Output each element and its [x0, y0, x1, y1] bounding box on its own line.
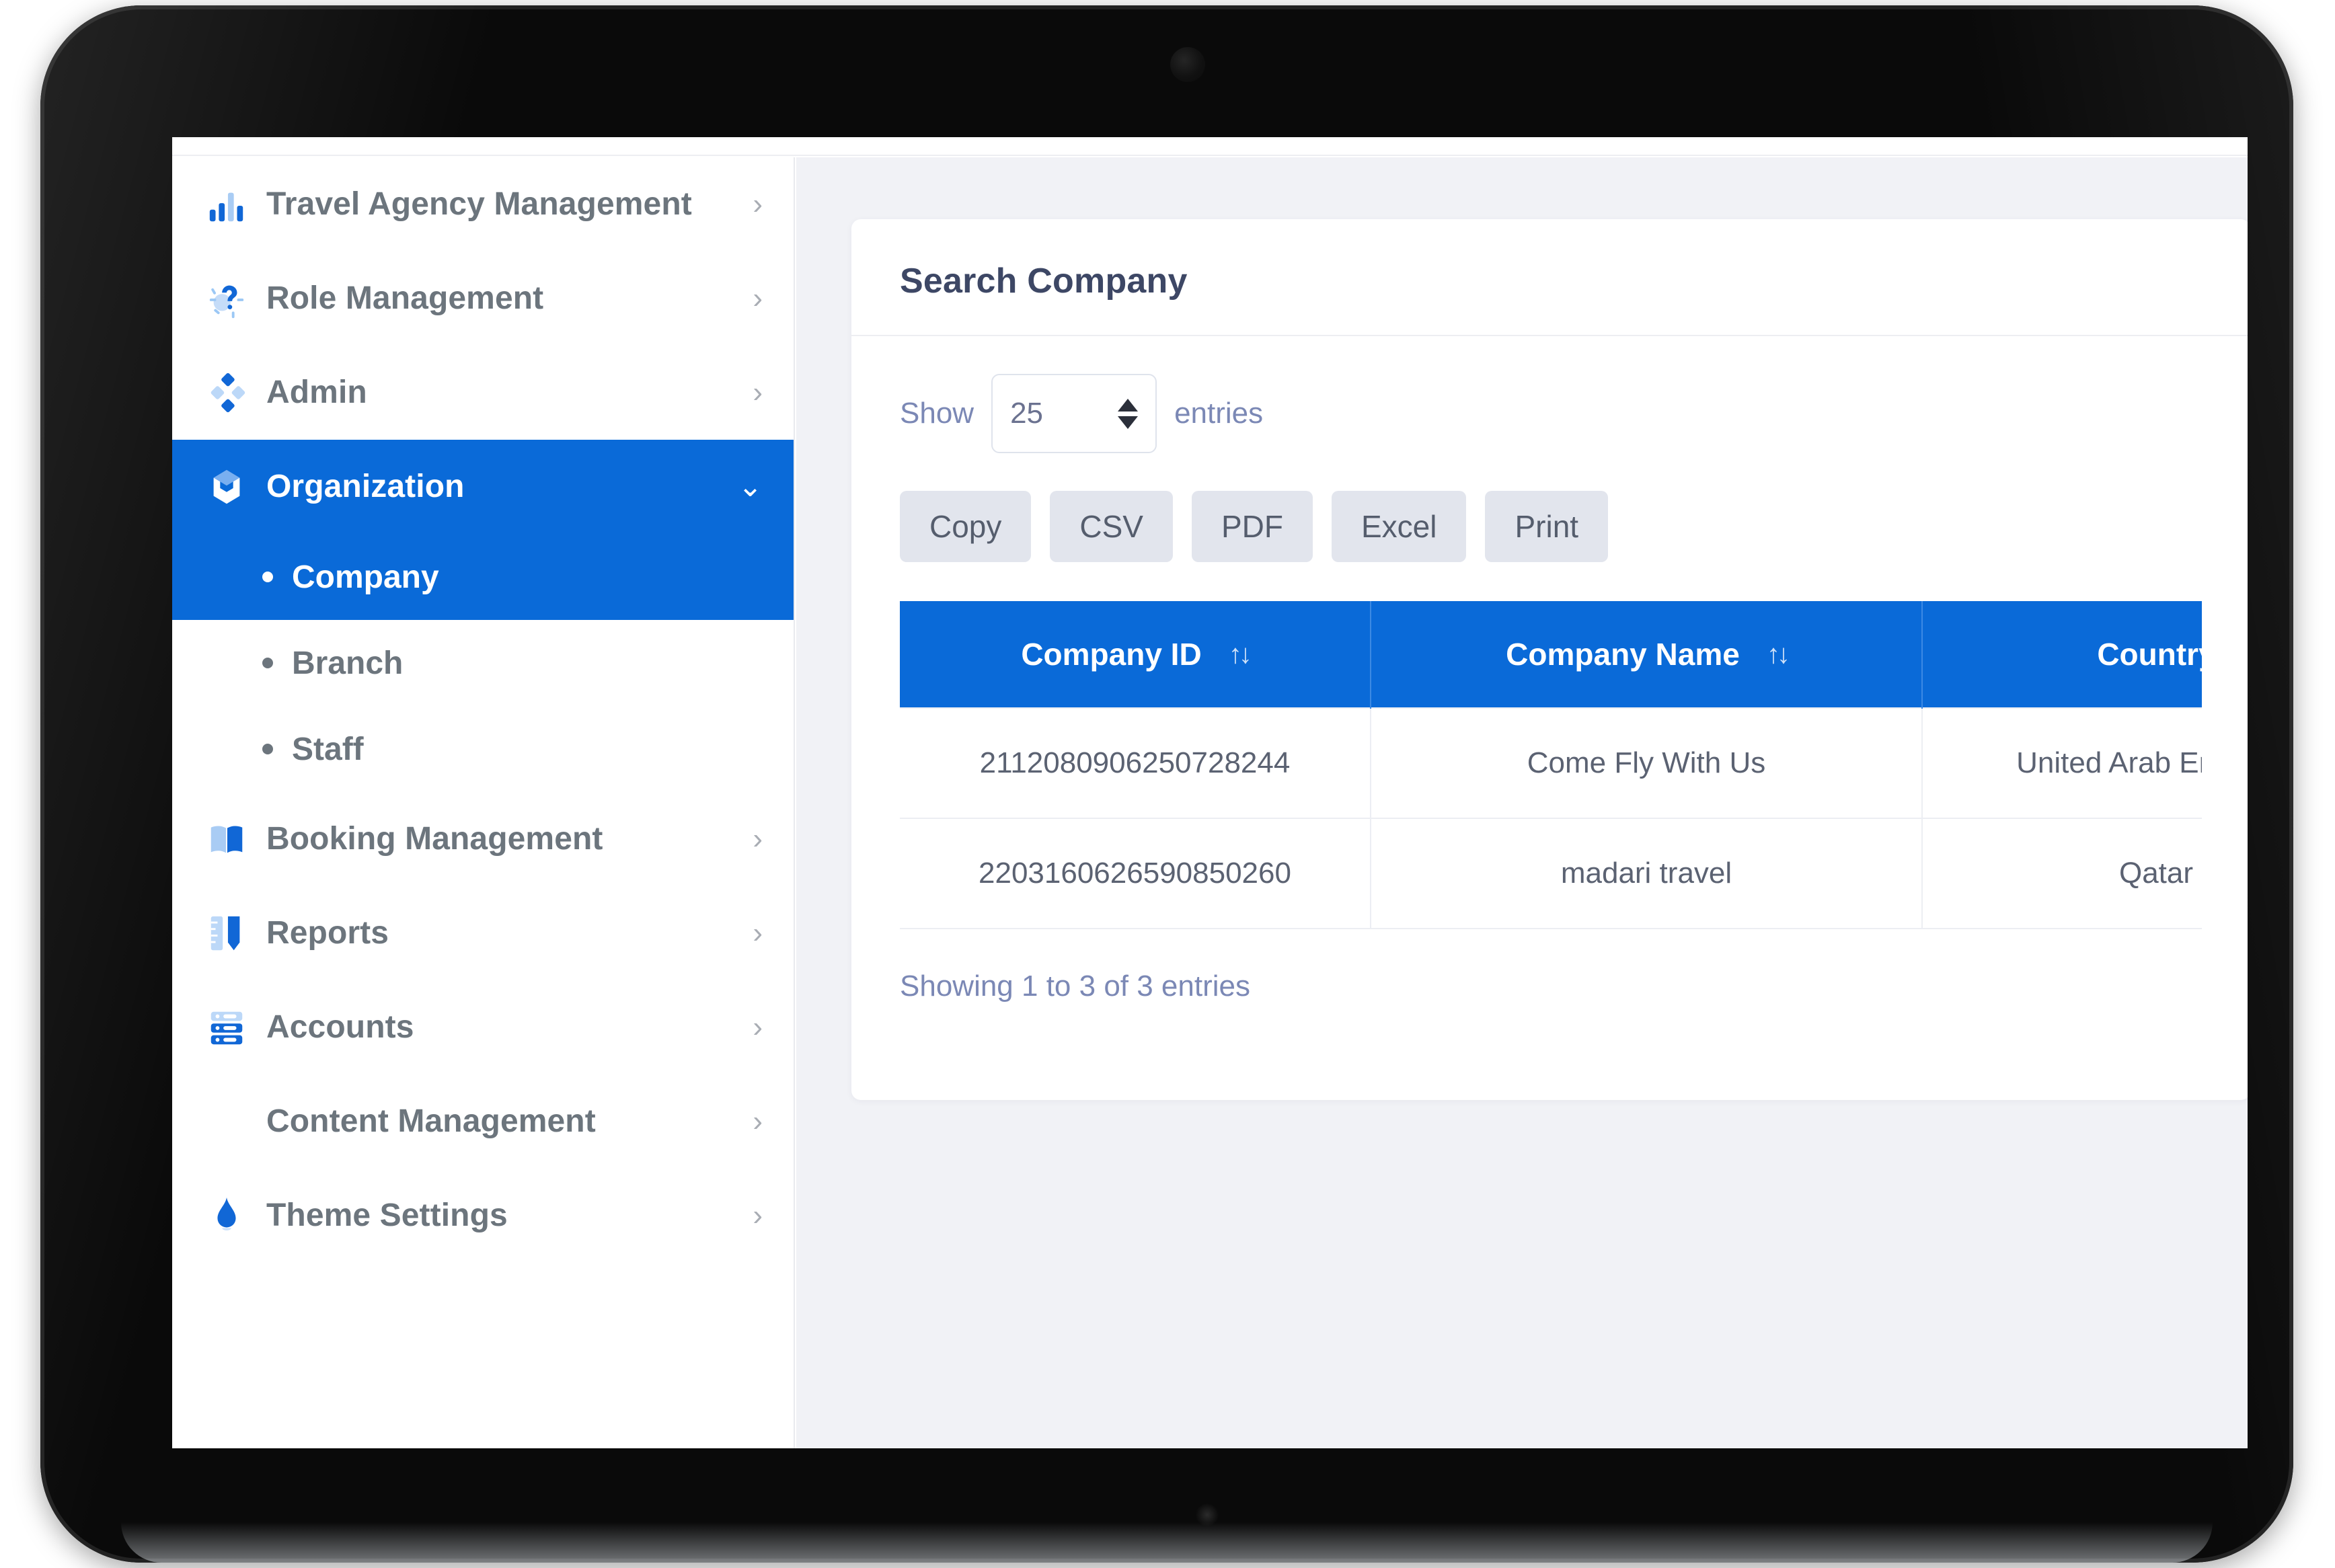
diamonds-icon [202, 368, 252, 418]
sidebar-subitem-staff[interactable]: Staff [172, 706, 794, 792]
sidebar-subitem-label: Branch [292, 645, 404, 681]
sidebar-item-booking-management[interactable]: Booking Management › [172, 792, 794, 886]
arrow-down-icon [1118, 416, 1139, 429]
stepper-arrows-icon[interactable] [1118, 398, 1139, 429]
sort-icon: ↑↓ [1228, 639, 1252, 669]
sidebar-item-travel-agency-management[interactable]: Travel Agency Management › [172, 157, 794, 251]
home-indicator-icon [1196, 1503, 1219, 1526]
water-drop-icon [202, 1191, 252, 1241]
sidebar-item-label: Role Management [266, 280, 544, 316]
chevron-right-icon: › [753, 1011, 763, 1044]
sidebar-item-label: Organization [266, 468, 465, 504]
chevron-right-icon: › [753, 188, 763, 221]
sidebar-item-label: Accounts [266, 1009, 414, 1045]
frame-bottom-sheen [121, 1522, 2213, 1563]
csv-button[interactable]: CSV [1050, 491, 1173, 562]
entries-per-page-select[interactable]: 25 [991, 374, 1157, 453]
export-button-group: Copy CSV PDF Excel Print [900, 491, 2202, 562]
tablet-screen: Travel Agency Management › Role Manageme… [172, 137, 2248, 1448]
open-book-icon [202, 814, 252, 864]
entries-label: entries [1174, 397, 1264, 430]
sidebar-subitem-label: Company [292, 559, 439, 595]
chevron-down-icon: ⌄ [738, 470, 763, 503]
tablet-device-frame: Travel Agency Management › Role Manageme… [40, 5, 2293, 1563]
column-header-label: Company Name [1506, 637, 1740, 672]
sort-icon: ↑↓ [1766, 639, 1790, 669]
column-header-company-name[interactable]: Company Name ↑↓ [1371, 601, 1923, 708]
card-body: Show 25 entries Copy CSV PDF Excel Print… [851, 336, 2248, 1046]
page-title: Search Company [900, 262, 1188, 301]
sidebar-subitem-company[interactable]: Company [172, 534, 794, 620]
cell-company-id: 2112080906250728244 [900, 707, 1371, 819]
bullet-icon [262, 744, 273, 754]
column-header-country[interactable]: Country [1922, 601, 2202, 708]
chevron-right-icon: › [753, 916, 763, 949]
user-role-icon [202, 274, 252, 323]
sidebar-item-organization[interactable]: Organization ⌄ [172, 440, 794, 534]
server-stack-icon [202, 1003, 252, 1052]
pdf-button[interactable]: PDF [1191, 491, 1313, 562]
sidebar-item-label: Theme Settings [266, 1197, 508, 1233]
print-button[interactable]: Print [1485, 491, 1609, 562]
chevron-right-icon: › [753, 1199, 763, 1232]
app-top-strip [172, 137, 2248, 156]
copy-button[interactable]: Copy [900, 491, 1032, 562]
search-company-card: Search Company Show 25 entries Copy CSV … [851, 219, 2248, 1100]
table-row[interactable]: 2203160626590850260 madari travel Qatar [900, 818, 2202, 929]
sidebar-subitem-label: Staff [292, 731, 364, 767]
cell-country: United Arab Emirates [1922, 707, 2202, 819]
entries-select-value: 25 [1010, 397, 1044, 430]
table-row[interactable]: 2112080906250728244 Come Fly With Us Uni… [900, 707, 2202, 819]
sidebar-item-role-management[interactable]: Role Management › [172, 251, 794, 346]
bar-chart-icon [202, 180, 252, 229]
excel-button[interactable]: Excel [1331, 491, 1467, 562]
column-header-company-id[interactable]: Company ID ↑↓ [900, 601, 1371, 708]
column-header-label: Company ID [1021, 637, 1202, 672]
table-body: 2112080906250728244 Come Fly With Us Uni… [900, 707, 2202, 929]
sidebar-item-label: Booking Management [266, 820, 603, 857]
company-table: Company ID ↑↓ Company Name ↑↓ Countr 211… [900, 601, 2202, 929]
cell-company-id: 2203160626590850260 [900, 818, 1371, 929]
cube-icon [202, 462, 252, 512]
table-header-row: Company ID ↑↓ Company Name ↑↓ Countr [900, 601, 2202, 708]
arrow-up-icon [1118, 398, 1139, 411]
chevron-right-icon: › [753, 376, 763, 409]
table-info-text: Showing 1 to 3 of 3 entries [900, 970, 1250, 1003]
card-header: Search Company [851, 219, 2248, 336]
main-content-area: Search Company Show 25 entries Copy CSV … [796, 157, 2248, 1448]
sidebar-item-admin[interactable]: Admin › [172, 346, 794, 440]
sidebar-subitem-branch[interactable]: Branch [172, 620, 794, 706]
sidebar-item-accounts[interactable]: Accounts › [172, 980, 794, 1074]
front-camera-icon [1170, 47, 1205, 82]
sidebar-item-label: Admin [266, 374, 367, 410]
column-header-label: Country [2097, 637, 2202, 672]
sidebar-item-label: Travel Agency Management [266, 186, 692, 222]
sidebar-item-label: Content Management [266, 1103, 596, 1139]
table-scroll-container[interactable]: Company ID ↑↓ Company Name ↑↓ Countr 211… [900, 601, 2202, 929]
chevron-right-icon: › [753, 282, 763, 315]
cell-country: Qatar [1922, 818, 2202, 929]
cell-company-name: madari travel [1371, 818, 1923, 929]
bullet-icon [262, 572, 273, 582]
chevron-right-icon: › [753, 1105, 763, 1138]
sidebar-item-label: Reports [266, 914, 389, 951]
table-header: Company ID ↑↓ Company Name ↑↓ Countr [900, 601, 2202, 708]
bullet-icon [262, 658, 273, 668]
chevron-right-icon: › [753, 822, 763, 855]
sidebar-navigation: Travel Agency Management › Role Manageme… [172, 157, 795, 1448]
sidebar-item-content-management[interactable]: Content Management › [172, 1074, 794, 1169]
cell-company-name: Come Fly With Us [1371, 707, 1923, 819]
sidebar-item-reports[interactable]: Reports › [172, 886, 794, 980]
sidebar-item-theme-settings[interactable]: Theme Settings › [172, 1169, 794, 1263]
table-length-control: Show 25 entries [900, 374, 2202, 453]
show-label: Show [900, 397, 974, 430]
ruler-pen-icon [202, 908, 252, 958]
